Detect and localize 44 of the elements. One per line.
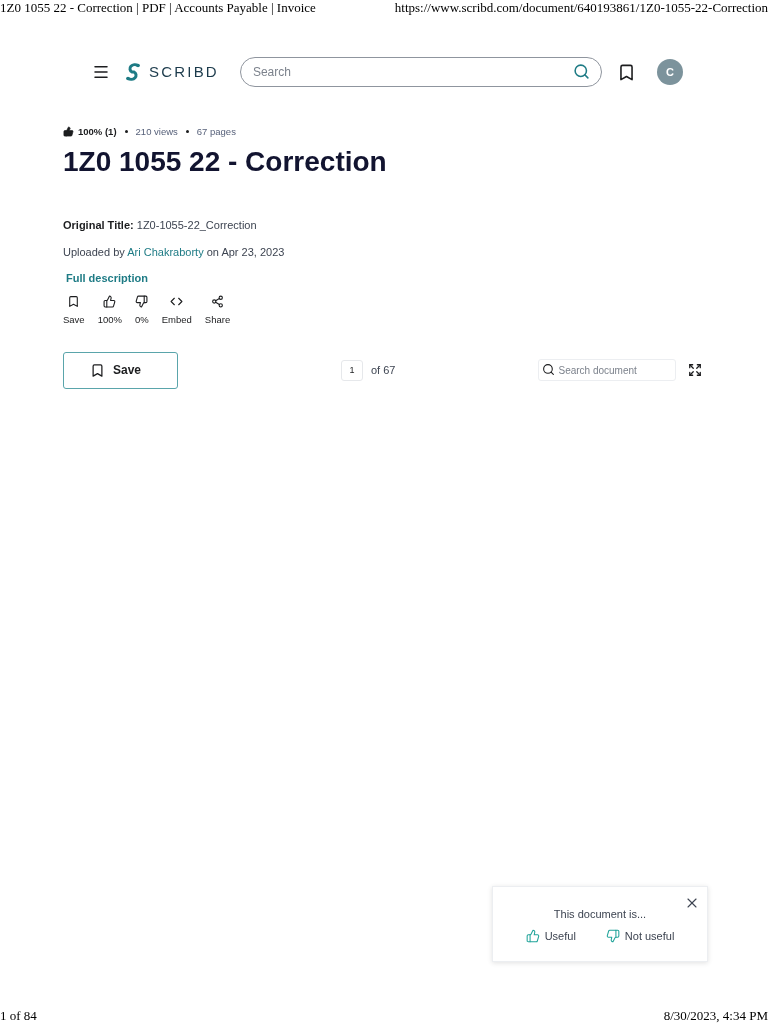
search-icon xyxy=(542,363,556,376)
bookmark-icon xyxy=(90,362,105,378)
stat-text: 67 pages xyxy=(196,125,236,137)
thumbs-down-icon xyxy=(135,295,149,308)
full-description-link[interactable]: Full description xyxy=(66,270,148,286)
page-title: 1Z0 1055 22 - Correction | PDF | Accounts Payable | Invoice xyxy=(0,0,316,16)
bullet-icon xyxy=(124,129,128,133)
document-title: 1Z0 1055 22 - Correction xyxy=(63,145,387,179)
bullet-icon xyxy=(185,129,189,133)
thumbs-down-icon xyxy=(605,929,620,943)
document-search-field[interactable]: Search document xyxy=(538,359,677,381)
thumbs-up-icon xyxy=(63,125,74,137)
bookmark-icon xyxy=(67,295,81,308)
expand-icon xyxy=(688,363,703,377)
useful-button[interactable]: Useful xyxy=(525,929,576,943)
logo-icon xyxy=(125,61,141,83)
author-link[interactable]: Ari Chakraborty xyxy=(127,246,204,258)
page-counter: 1 of 84 xyxy=(0,1008,37,1024)
embed-button[interactable]: Embed xyxy=(161,295,192,326)
logo-wordmark[interactable]: SCRIBD xyxy=(149,63,219,81)
page-number-field[interactable]: 1 xyxy=(341,359,363,381)
search-field[interactable]: Search xyxy=(239,57,602,87)
fullscreen-button[interactable] xyxy=(688,363,703,377)
rating-text: 100% (1) xyxy=(78,125,117,137)
save-button[interactable]: Save xyxy=(63,351,178,389)
print-timestamp: 8/30/2023, 4:34 PM xyxy=(663,1008,768,1024)
feedback-prompt: This document is... xyxy=(553,907,647,922)
page-url: https://www.scribd.com/document/640193861/1Z0-1055-22-Correction xyxy=(394,0,768,16)
like-button[interactable]: 100% xyxy=(97,295,122,326)
menu-icon xyxy=(92,63,110,81)
save-button[interactable]: Save xyxy=(63,295,85,326)
share-icon xyxy=(211,295,224,308)
menu-button[interactable] xyxy=(92,63,110,81)
thumbs-up-icon xyxy=(103,295,117,308)
dislike-button[interactable]: 0% xyxy=(134,295,149,326)
search-icon[interactable] xyxy=(572,63,590,80)
code-icon xyxy=(170,295,184,308)
stat-text: 210 views xyxy=(135,125,178,137)
page-count: of 67 xyxy=(371,364,396,376)
thumbs-up-icon xyxy=(525,929,540,943)
upload-info: Uploaded by Ari Chakraborty on Apr 23, 2023 xyxy=(63,245,285,260)
original-title: Original Title: 1Z0-1055-22_Correction xyxy=(63,218,257,233)
not-useful-button[interactable]: Not useful xyxy=(605,929,675,943)
share-button[interactable]: Share xyxy=(204,295,231,326)
